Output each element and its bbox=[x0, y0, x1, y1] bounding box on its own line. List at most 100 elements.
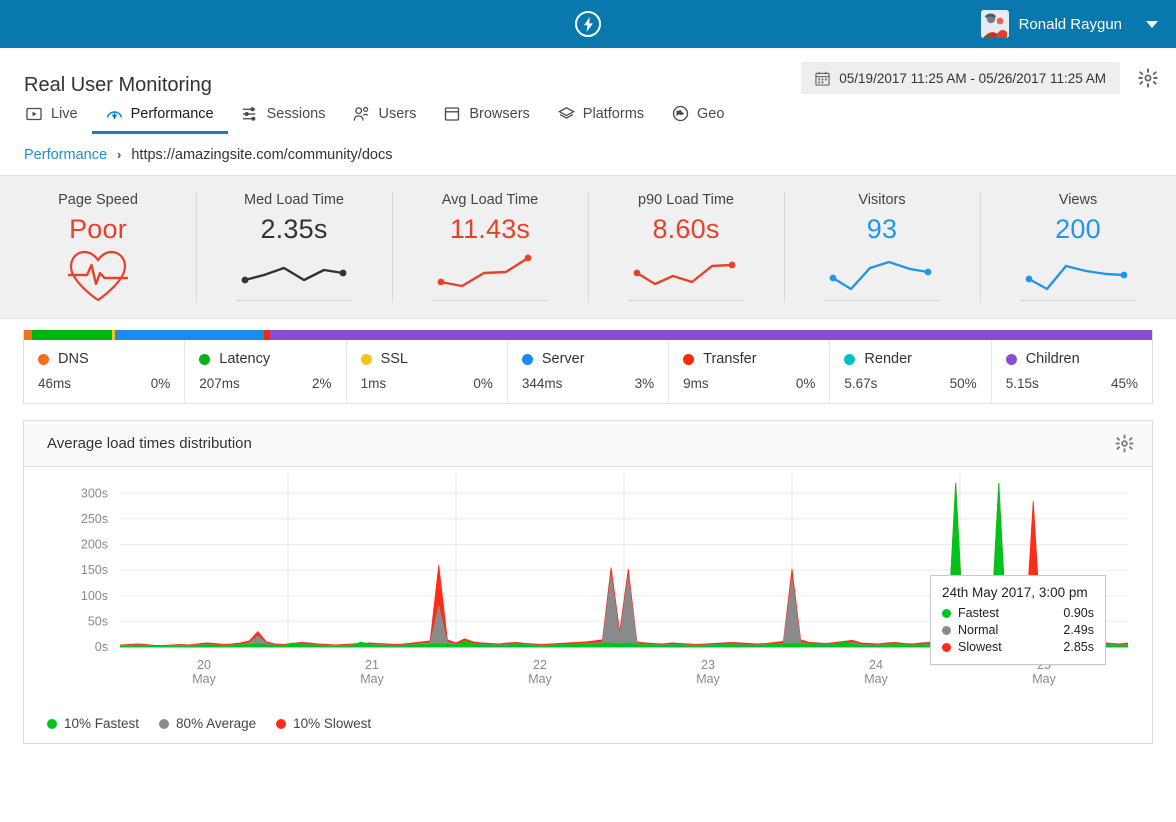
date-range-label: 05/19/2017 11:25 AM - 05/26/2017 11:25 A… bbox=[839, 71, 1106, 86]
lightning-bolt-logo[interactable] bbox=[575, 11, 601, 37]
page-header: Real User Monitoring 05/19/2017 11:25 AM… bbox=[0, 48, 1176, 134]
summary-stats-row: Page Speed Poor Med Load Time 2.35s Avg … bbox=[0, 176, 1176, 319]
tab-sessions-label: Sessions bbox=[267, 106, 326, 122]
tab-sessions[interactable]: Sessions bbox=[228, 99, 340, 134]
svg-text:May: May bbox=[528, 672, 552, 686]
tooltip-label: Normal bbox=[958, 623, 1063, 637]
breakdown-cell-children: Children 5.15s 45% bbox=[991, 340, 1152, 403]
tab-geo-label: Geo bbox=[697, 106, 724, 122]
stat-card-med-load-time: Med Load Time 2.35s bbox=[196, 176, 392, 318]
breadcrumb: Performance › https://amazingsite.com/co… bbox=[0, 134, 1176, 176]
tooltip-label: Fastest bbox=[958, 606, 1063, 620]
breakdown-percent: 45% bbox=[1111, 376, 1138, 391]
svg-text:0s: 0s bbox=[95, 640, 108, 654]
load-time-breakdown-panel: DNS 46ms 0% Latency 207ms 2% SSL 1 bbox=[23, 330, 1153, 404]
breakdown-time: 207ms bbox=[199, 376, 240, 391]
play-box-icon bbox=[26, 105, 43, 122]
sparkline bbox=[236, 251, 352, 298]
breakdown-stacked-bar bbox=[24, 330, 1152, 340]
tooltip-dot-normal bbox=[942, 626, 951, 635]
stat-value: 11.43s bbox=[450, 214, 530, 245]
breakdown-cells: DNS 46ms 0% Latency 207ms 2% SSL 1 bbox=[24, 340, 1152, 403]
legend-dot-slowest bbox=[276, 719, 286, 729]
sparkline-baseline bbox=[1020, 300, 1136, 301]
breakdown-time: 1ms bbox=[361, 376, 387, 391]
breakdown-percent: 2% bbox=[312, 376, 332, 391]
main-tabs: Live Performance bbox=[22, 99, 738, 134]
avatar bbox=[981, 10, 1009, 38]
svg-text:21: 21 bbox=[365, 658, 379, 672]
svg-text:50s: 50s bbox=[88, 614, 108, 628]
chart-legend: 10% Fastest 80% Average 10% Slowest bbox=[47, 716, 371, 731]
legend-item-average[interactable]: 80% Average bbox=[159, 716, 256, 731]
svg-text:May: May bbox=[864, 672, 888, 686]
sparkline bbox=[432, 251, 548, 298]
tooltip-value: 2.49s bbox=[1063, 623, 1094, 637]
breakdown-cell-dns: DNS 46ms 0% bbox=[24, 340, 184, 403]
tooltip-row-normal: Normal 2.49s bbox=[942, 623, 1094, 637]
render-color-dot bbox=[844, 354, 855, 365]
server-color-dot bbox=[522, 354, 533, 365]
breakdown-percent: 50% bbox=[950, 376, 977, 391]
tab-live[interactable]: Live bbox=[22, 99, 92, 134]
breakdown-name: SSL bbox=[381, 351, 408, 367]
window-icon bbox=[444, 105, 461, 122]
svg-text:May: May bbox=[360, 672, 384, 686]
breakdown-cell-ssl: SSL 1ms 0% bbox=[346, 340, 507, 403]
legend-dot-average bbox=[159, 719, 169, 729]
breadcrumb-current-url: https://amazingsite.com/community/docs bbox=[131, 147, 392, 163]
stat-value: 93 bbox=[867, 214, 897, 245]
gear-icon[interactable] bbox=[1115, 434, 1134, 453]
date-range-picker[interactable]: 05/19/2017 11:25 AM - 05/26/2017 11:25 A… bbox=[801, 62, 1120, 94]
breakdown-cell-render: Render 5.67s 50% bbox=[829, 340, 990, 403]
legend-item-fastest[interactable]: 10% Fastest bbox=[47, 716, 139, 731]
tab-performance[interactable]: Performance bbox=[92, 99, 228, 134]
chart-tooltip: 24th May 2017, 3:00 pm Fastest 0.90s Nor… bbox=[930, 575, 1106, 665]
svg-text:300s: 300s bbox=[81, 486, 108, 500]
breadcrumb-separator: › bbox=[117, 147, 121, 162]
stat-card-views: Views 200 bbox=[980, 176, 1176, 318]
tab-browsers[interactable]: Browsers bbox=[430, 99, 543, 134]
chevron-down-icon[interactable] bbox=[1146, 21, 1158, 28]
user-menu[interactable]: Ronald Raygun bbox=[981, 0, 1158, 48]
legend-label: 80% Average bbox=[176, 716, 256, 731]
sparkline-baseline bbox=[432, 300, 548, 301]
breakdown-name: Render bbox=[864, 351, 912, 367]
stat-value: 200 bbox=[1055, 214, 1101, 245]
tab-live-label: Live bbox=[51, 106, 78, 122]
svg-text:150s: 150s bbox=[81, 563, 108, 577]
svg-text:200s: 200s bbox=[81, 538, 108, 552]
legend-label: 10% Fastest bbox=[64, 716, 139, 731]
stat-card-avg-load-time: Avg Load Time 11.43s bbox=[392, 176, 588, 318]
gauge-icon bbox=[106, 105, 123, 122]
tooltip-value: 2.85s bbox=[1063, 640, 1094, 654]
tab-platforms[interactable]: Platforms bbox=[544, 99, 658, 134]
svg-text:20: 20 bbox=[197, 658, 211, 672]
load-times-distribution-panel: Average load times distribution 0s50s100… bbox=[23, 420, 1153, 744]
chart-title: Average load times distribution bbox=[47, 435, 252, 452]
legend-item-slowest[interactable]: 10% Slowest bbox=[276, 716, 371, 731]
stat-label: Visitors bbox=[858, 192, 905, 208]
stat-card-page-speed: Page Speed Poor bbox=[0, 176, 196, 318]
breakdown-time: 5.67s bbox=[844, 376, 877, 391]
tab-geo[interactable]: Geo bbox=[658, 99, 738, 134]
breadcrumb-parent-link[interactable]: Performance bbox=[24, 147, 107, 163]
tooltip-value: 0.90s bbox=[1063, 606, 1094, 620]
svg-text:May: May bbox=[1032, 672, 1056, 686]
tab-performance-label: Performance bbox=[131, 106, 214, 122]
tab-users[interactable]: Users bbox=[339, 99, 430, 134]
gear-icon[interactable] bbox=[1138, 68, 1158, 88]
breakdown-time: 344ms bbox=[522, 376, 563, 391]
dns-color-dot bbox=[38, 354, 49, 365]
breakdown-cell-server: Server 344ms 3% bbox=[507, 340, 668, 403]
sparkline-baseline bbox=[628, 300, 744, 301]
svg-text:250s: 250s bbox=[81, 512, 108, 526]
breakdown-name: Transfer bbox=[703, 351, 756, 367]
breakdown-segment-latency bbox=[32, 330, 113, 340]
latency-color-dot bbox=[199, 354, 210, 365]
chart-header: Average load times distribution bbox=[24, 421, 1152, 467]
svg-text:May: May bbox=[192, 672, 216, 686]
layers-icon bbox=[558, 105, 575, 122]
stat-label: Views bbox=[1059, 192, 1097, 208]
stat-label: Med Load Time bbox=[244, 192, 344, 208]
